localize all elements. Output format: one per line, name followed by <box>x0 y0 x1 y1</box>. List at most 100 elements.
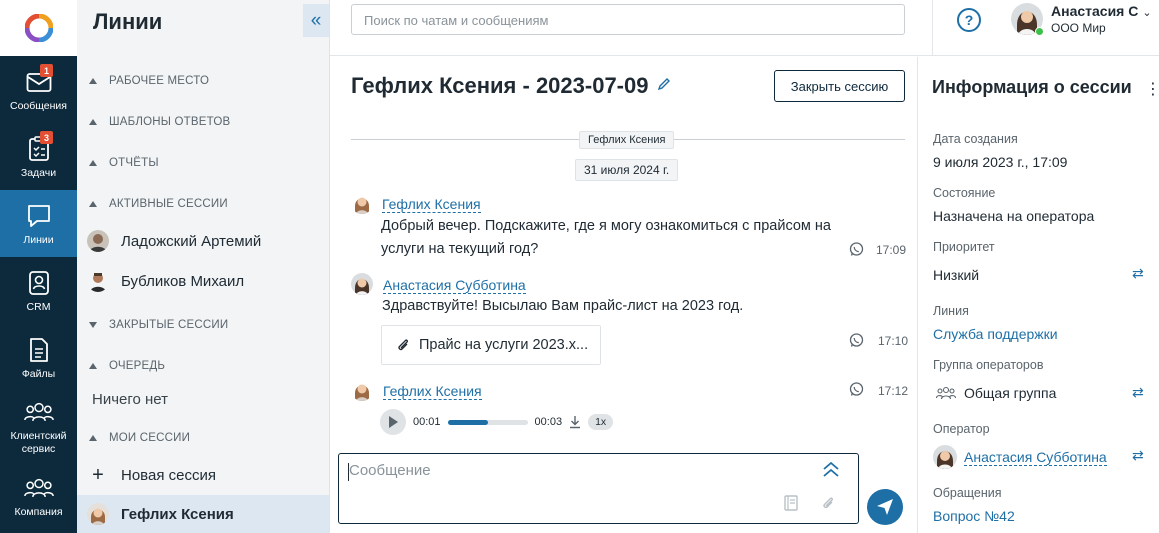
search-input[interactable]: Поиск по чатам и сообщениям <box>351 4 905 35</box>
audio-progress-fill <box>447 419 488 425</box>
section-templates[interactable]: ШАБЛОНЫ ОТВЕТОВ <box>89 116 230 128</box>
section-my-sessions[interactable]: МОИ СЕССИИ <box>89 432 190 444</box>
section-label: ЗАКРЫТЫЕ СЕССИИ <box>109 319 229 331</box>
section-active-sessions[interactable]: АКТИВНЫЕ СЕССИИ <box>89 198 228 210</box>
user-menu[interactable]: Анастасия С ⌄ ООО Мир <box>1011 3 1152 36</box>
priority-value: Низкий <box>933 267 980 283</box>
pencil-icon[interactable] <box>657 77 671 96</box>
section-workplace[interactable]: РАБОЧЕЕ МЕСТО <box>89 75 209 87</box>
templates-icon[interactable] <box>782 494 800 512</box>
rail-item-client-service[interactable]: Клиентский сервис <box>0 391 77 461</box>
queue-empty-text: Ничего нет <box>92 391 169 408</box>
message-author[interactable]: Гефлих Ксения <box>383 383 482 400</box>
message-author[interactable]: Анастасия Субботина <box>383 277 526 294</box>
user-name: Анастасия С <box>1051 3 1139 19</box>
line-label: Линия <box>933 304 969 318</box>
section-label: РАБОЧЕЕ МЕСТО <box>109 75 210 87</box>
send-icon <box>877 499 893 515</box>
whatsapp-icon <box>849 242 864 256</box>
people-group-icon <box>23 473 54 503</box>
collapse-panel-button[interactable]: « <box>303 4 329 37</box>
avatar <box>351 273 373 295</box>
rail-item-files[interactable]: Файлы <box>0 324 77 391</box>
section-reports[interactable]: ОТЧЁТЫ <box>89 157 159 169</box>
caret-up-icon <box>89 363 97 369</box>
rail-label: Задачи <box>20 166 57 179</box>
more-icon[interactable]: ⋮ <box>1145 79 1159 99</box>
chat-bubble-icon <box>24 201 54 231</box>
people-group-icon <box>936 386 956 400</box>
audio-duration: 00:03 <box>534 416 563 428</box>
send-button[interactable] <box>867 489 903 525</box>
whatsapp-icon <box>849 382 864 396</box>
rail-label: Компания <box>14 506 63 518</box>
caret-up-icon <box>89 435 97 441</box>
rail-item-lines[interactable]: Линии <box>0 190 77 257</box>
session-info-panel: Информация о сессии ⋮ Дата создания 9 ию… <box>917 57 1159 533</box>
attachment-file[interactable]: Прайс на услуги 2023.x... <box>381 325 601 365</box>
message-time: 17:10 <box>878 334 909 348</box>
message-text: услуги на текущий год? <box>381 241 539 257</box>
top-bar: Поиск по чатам и сообщениям ? Анастасия … <box>330 0 1159 56</box>
user-company: ООО Мир <box>1051 21 1106 35</box>
rail-label: Клиентский сервис <box>10 429 67 455</box>
rail-item-company[interactable]: Компания <box>0 461 77 531</box>
attachment-name: Прайс на услуги 2023.x... <box>419 337 589 353</box>
audio-progress-bar[interactable] <box>447 419 528 425</box>
rail-label: Файлы <box>21 367 56 380</box>
expand-up-icon[interactable] <box>821 460 841 478</box>
message-text: Добрый вечер. Подскажите, где я могу озн… <box>381 218 831 234</box>
requests-value[interactable]: Вопрос №42 <box>933 508 1015 524</box>
message-author[interactable]: Гефлих Ксения <box>382 196 481 213</box>
avatar <box>87 270 109 292</box>
avatar <box>933 445 957 469</box>
session-name: Ладожский Артемий <box>121 232 262 250</box>
chat-title: Гефлих Ксения - 2023-07-09 <box>351 73 649 98</box>
app-logo[interactable] <box>0 0 77 56</box>
session-item[interactable]: Ладожский Артемий <box>77 222 329 260</box>
caret-down-icon <box>89 322 97 328</box>
rail-item-messages[interactable]: 1 Сообщения <box>0 56 77 123</box>
panel-title: Линии <box>93 9 163 34</box>
date-chip: 31 июля 2024 г. <box>575 159 679 181</box>
contact-card-icon <box>24 268 54 298</box>
group-value: Общая группа <box>964 385 1057 401</box>
session-item-current[interactable]: Гефлих Ксения <box>77 495 329 533</box>
plus-icon: + <box>92 464 104 486</box>
group-label: Группа операторов <box>933 358 1044 372</box>
app-rail: 1 Сообщения 3 Задачи Линии CRM Файлы Кли… <box>0 0 77 533</box>
caret-up-icon <box>89 160 97 166</box>
message-composer[interactable]: Сообщение <box>338 453 859 524</box>
play-button[interactable] <box>380 409 406 435</box>
new-session-button[interactable]: + Новая сессия <box>77 456 329 494</box>
avatar <box>351 379 373 401</box>
session-item[interactable]: Бубликов Михаил <box>77 262 329 300</box>
close-session-button[interactable]: Закрыть сессию <box>774 70 905 102</box>
change-operator-icon[interactable]: ⇄ <box>1132 447 1144 464</box>
rail-label: Линии <box>23 233 54 246</box>
paperclip-icon <box>398 339 408 351</box>
download-icon[interactable] <box>568 415 582 429</box>
line-value[interactable]: Служба поддержки <box>933 326 1058 342</box>
help-icon[interactable]: ? <box>957 8 981 32</box>
caret-up-icon <box>89 78 97 84</box>
section-label: ОЧЕРЕДЬ <box>109 360 166 372</box>
play-icon <box>389 416 398 428</box>
section-closed-sessions[interactable]: ЗАКРЫТЫЕ СЕССИИ <box>89 319 228 331</box>
session-name: Бубликов Михаил <box>121 272 245 290</box>
people-group-icon <box>23 397 54 427</box>
section-queue[interactable]: ОЧЕРЕДЬ <box>89 360 165 372</box>
avatar <box>87 230 109 252</box>
session-name: Гефлих Ксения <box>121 505 234 523</box>
message-time: 17:12 <box>878 384 909 398</box>
operator-value[interactable]: Анастасия Субботина <box>964 449 1107 466</box>
section-label: ШАБЛОНЫ ОТВЕТОВ <box>109 116 231 128</box>
audio-current-time: 00:01 <box>413 416 441 428</box>
paperclip-icon[interactable] <box>820 494 836 512</box>
rail-item-tasks[interactable]: 3 Задачи <box>0 123 77 190</box>
change-group-icon[interactable]: ⇄ <box>1132 384 1144 401</box>
change-priority-icon[interactable]: ⇄ <box>1132 265 1144 282</box>
info-title: Информация о сессии <box>932 77 1132 97</box>
rail-item-crm[interactable]: CRM <box>0 257 77 324</box>
playback-speed-button[interactable]: 1x <box>588 414 614 430</box>
